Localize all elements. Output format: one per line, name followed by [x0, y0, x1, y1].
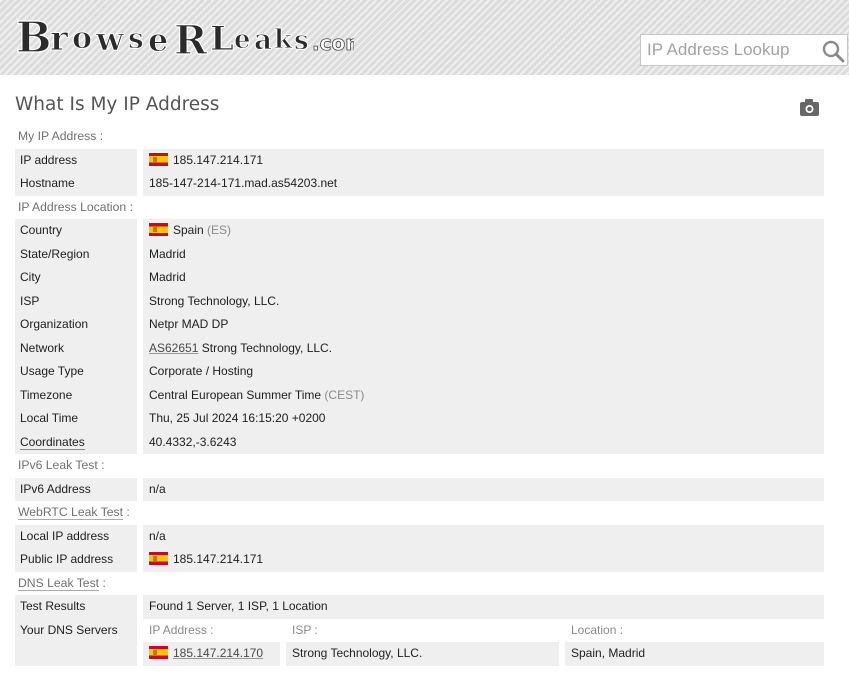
country-label: Country [15, 219, 143, 243]
svg-text:a: a [254, 23, 272, 56]
local-ip-label: Local IP address [15, 524, 143, 548]
city-label: City [15, 266, 143, 290]
city-value: Madrid [149, 270, 186, 284]
dns-server-spacer [15, 642, 143, 666]
svg-text:s: s [128, 22, 144, 55]
public-ip-value: 185.147.214.171 [173, 552, 264, 566]
test-results-value: Found 1 Server, 1 ISP, 1 Location [149, 599, 328, 613]
svg-text:R: R [174, 17, 208, 62]
row-public-ip: Public IP address 185.147.214.171 [15, 548, 824, 572]
svg-text:s: s [294, 26, 309, 56]
row-ip-address: IP address 185.147.214.171 [15, 148, 824, 172]
row-test-results: Test Results Found 1 Server, 1 ISP, 1 Lo… [15, 595, 824, 619]
svg-text:r: r [50, 19, 69, 59]
spain-flag-icon [149, 552, 168, 565]
coordinates-value: 40.4332,-3.6243 [149, 434, 237, 449]
country-code: (ES) [207, 223, 232, 237]
timezone-label: Timezone [15, 383, 143, 407]
spain-flag-icon [149, 152, 168, 166]
test-results-label: Test Results [15, 595, 143, 619]
asn-link[interactable]: AS62651 [149, 341, 198, 355]
dns-location-header: Location : [559, 618, 824, 642]
row-dns-servers-header: Your DNS Servers IP Address : ISP : Loca… [15, 618, 824, 642]
svg-text:L: L [210, 19, 234, 59]
svg-text:k: k [274, 25, 293, 55]
network-label: Network [15, 336, 143, 360]
dns-server-location: Spain, Madrid [559, 642, 824, 666]
section-ipv6: IPv6 Leak Test : [18, 458, 105, 472]
usage-type-value: Corporate / Hosting [149, 364, 254, 378]
webrtc-colon: : [126, 505, 130, 519]
state-label: State/Region [15, 242, 143, 266]
local-time-label: Local Time [15, 407, 143, 431]
browserleaks-logo[interactable]: B r o w s e R L e a k s .com [14, 4, 354, 62]
ipv6-address-value: n/a [149, 481, 166, 496]
usage-type-label: Usage Type [15, 360, 143, 384]
hostname-value: 185-147-214-171.mad.as54203.net [149, 176, 338, 190]
row-network: Network AS62651 Strong Technology, LLC. [15, 336, 824, 360]
spain-flag-icon [149, 223, 168, 236]
ip-address-value: 185.147.214.171 [173, 152, 264, 167]
svg-text:e: e [148, 21, 168, 59]
dns-server-ip-link[interactable]: 185.147.214.170 [173, 646, 263, 660]
public-ip-label: Public IP address [15, 548, 143, 572]
site-header: B r o w s e R L e a k s .com [0, 0, 849, 75]
row-usage-type: Usage Type Corporate / Hosting [15, 360, 824, 384]
ip-address-label: IP address [15, 148, 143, 172]
timezone-value: Central European Summer Time [149, 387, 322, 402]
row-organization: Organization Netpr MAD DP [15, 313, 824, 337]
section-location: IP Address Location : [18, 199, 133, 214]
camera-icon[interactable] [800, 98, 819, 116]
dns-leak-test-link[interactable]: DNS Leak Test [18, 575, 100, 591]
row-city: City Madrid [15, 266, 824, 290]
state-value: Madrid [149, 246, 186, 261]
svg-text:w: w [95, 20, 125, 58]
row-timezone: Timezone Central European Summer Time (C… [15, 383, 824, 407]
section-webrtc: WebRTC Leak Test : [15, 501, 824, 525]
row-local-ip: Local IP address n/a [15, 524, 824, 548]
isp-label: ISP [15, 289, 143, 313]
row-ipv6-address: IPv6 Address n/a [15, 477, 824, 501]
ip-lookup-input[interactable] [641, 35, 816, 65]
dns-isp-header: ISP : [280, 618, 559, 642]
dns-servers-label: Your DNS Servers [15, 618, 143, 642]
row-isp: ISP Strong Technology, LLC. [15, 289, 824, 313]
row-country: Country Spain (ES) [15, 219, 824, 243]
row-state: State/Region Madrid [15, 242, 824, 266]
hostname-label: Hostname [15, 172, 143, 196]
dns-ip-header: IP Address : [143, 618, 280, 642]
spain-flag-icon [149, 646, 168, 659]
local-time-value: Thu, 25 Jul 2024 16:15:20 +0200 [149, 411, 326, 425]
search-icon[interactable] [821, 39, 845, 63]
country-value: Spain [173, 223, 204, 237]
ip-lookup-search [640, 34, 848, 66]
section-dns: DNS Leak Test : [15, 572, 824, 596]
section-my-ip: My IP Address : [18, 129, 104, 143]
organization-label: Organization [15, 313, 143, 337]
row-hostname: Hostname 185-147-214-171.mad.as54203.net [15, 172, 824, 196]
timezone-abbr: (CEST) [324, 387, 365, 402]
ip-info-table: My IP Address : IP address 185.147.214.1… [15, 125, 824, 666]
row-local-time: Local Time Thu, 25 Jul 2024 16:15:20 +02… [15, 407, 824, 431]
isp-value: Strong Technology, LLC. [149, 293, 280, 308]
svg-text:.com: .com [312, 31, 354, 55]
svg-text:o: o [72, 21, 92, 56]
local-ip-value: n/a [149, 528, 166, 543]
ipv6-address-label: IPv6 Address [15, 477, 143, 501]
svg-text:B: B [16, 13, 52, 62]
coordinates-label[interactable]: Coordinates [20, 434, 85, 450]
dns-colon: : [102, 575, 106, 590]
svg-text:e: e [234, 25, 251, 55]
network-value: Strong Technology, LLC. [201, 340, 333, 355]
dns-server-isp: Strong Technology, LLC. [280, 642, 559, 666]
page-title: What Is My IP Address [15, 94, 220, 115]
organization-value: Netpr MAD DP [149, 317, 229, 331]
row-coordinates: Coordinates 40.4332,-3.6243 [15, 430, 824, 454]
row-dns-server: 185.147.214.170 Strong Technology, LLC. … [15, 642, 824, 666]
webrtc-leak-test-link[interactable]: WebRTC Leak Test [18, 505, 123, 520]
